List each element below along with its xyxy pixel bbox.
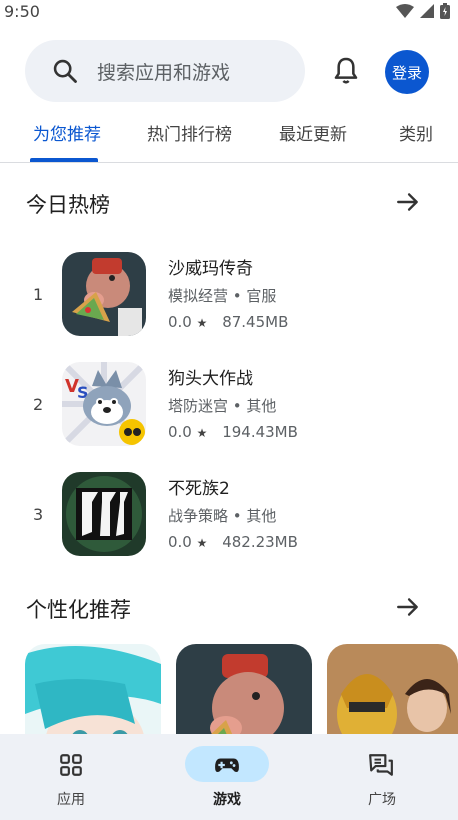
app-stats: 0.0 ★ 194.43MB: [168, 423, 298, 441]
star-icon: ★: [196, 316, 208, 330]
chat-icon[interactable]: [368, 752, 394, 778]
app-edition: 其他: [246, 397, 277, 415]
rank-number: 1: [33, 285, 44, 304]
app-name[interactable]: 不死族2: [168, 474, 230, 499]
app-icon-shawarma[interactable]: [62, 252, 146, 336]
battery-icon: [440, 3, 450, 19]
nav-label-apps[interactable]: 应用: [31, 789, 111, 809]
app-size: 194.43MB: [222, 423, 298, 441]
app-genre: 模拟经营: [168, 287, 229, 305]
app-name[interactable]: 狗头大作战: [168, 364, 253, 389]
arrow-right-icon[interactable]: [395, 189, 421, 215]
gamepad-icon[interactable]: [214, 752, 240, 778]
app-size: 87.45MB: [222, 313, 289, 331]
app-rating: 0.0: [168, 423, 192, 441]
grid-icon[interactable]: [58, 752, 84, 778]
star-icon: ★: [196, 536, 208, 550]
app-meta: 战争策略 • 其他: [168, 505, 276, 526]
login-button[interactable]: 登录: [385, 50, 429, 94]
app-rating: 0.0: [168, 313, 192, 331]
tab-categories[interactable]: 类别: [399, 120, 433, 145]
search-bar[interactable]: 搜索应用和游戏: [25, 40, 305, 102]
search-icon: [53, 59, 77, 83]
app-icon-doghead[interactable]: V S: [62, 362, 146, 446]
app-size: 482.23MB: [222, 533, 298, 551]
app-meta: 模拟经营 • 官服: [168, 285, 276, 306]
rank-number: 3: [33, 505, 44, 524]
app-stats: 0.0 ★ 87.45MB: [168, 313, 288, 331]
nav-label-plaza[interactable]: 广场: [342, 789, 422, 809]
star-icon: ★: [196, 426, 208, 440]
app-genre: 塔防迷宫: [168, 397, 229, 415]
app-edition: 其他: [246, 507, 277, 525]
rank-number: 2: [33, 395, 44, 414]
tab-recommended[interactable]: 为您推荐: [33, 120, 101, 145]
status-icons: [396, 3, 450, 19]
app-icon-undead[interactable]: [62, 472, 146, 556]
tab-recent-updates[interactable]: 最近更新: [279, 120, 347, 145]
app-name[interactable]: 沙威玛传奇: [168, 254, 253, 279]
app-edition: 官服: [246, 287, 277, 305]
meta-dot: •: [232, 287, 247, 305]
app-rating: 0.0: [168, 533, 192, 551]
status-time: 9:50: [4, 2, 40, 21]
nav-label-games[interactable]: 游戏: [187, 789, 267, 809]
app-genre: 战争策略: [168, 507, 229, 525]
signal-icon: [420, 4, 434, 18]
meta-dot: •: [232, 507, 247, 525]
app-stats: 0.0 ★ 482.23MB: [168, 533, 298, 551]
section-title-today: 今日热榜: [26, 193, 110, 217]
meta-dot: •: [232, 397, 247, 415]
wifi-icon: [396, 4, 414, 18]
arrow-right-icon[interactable]: [395, 594, 421, 620]
bell-icon[interactable]: [330, 55, 362, 87]
section-title-personal: 个性化推荐: [26, 598, 131, 622]
tab-divider: [0, 162, 458, 163]
search-input[interactable]: 搜索应用和游戏: [97, 58, 230, 85]
tab-top-charts[interactable]: 热门排行榜: [147, 120, 232, 145]
app-meta: 塔防迷宫 • 其他: [168, 395, 276, 416]
